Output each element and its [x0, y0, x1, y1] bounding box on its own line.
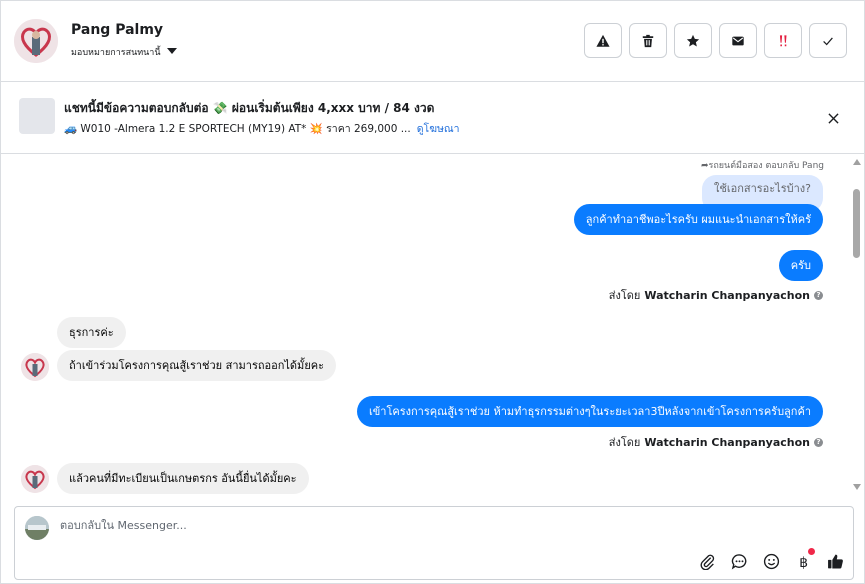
- message-bubble-outgoing[interactable]: เข้าโครงการคุณสู้เราช่วย ห้ามทำธุรกรรมต่…: [357, 396, 823, 427]
- notification-dot: [808, 548, 815, 555]
- attach-icon: [699, 554, 714, 570]
- sent-by-line: ส่งโดย Watcharin Chanpanyachon ?: [609, 286, 823, 304]
- follow-up-button[interactable]: [764, 23, 802, 58]
- thumbs-up-icon: [827, 554, 843, 569]
- sent-by-line: ส่งโดย Watcharin Chanpanyachon ?: [609, 433, 823, 451]
- ad-context-banner: แชทนี้มีข้อความตอบกลับต่อ 💸 ผ่อนเริ่มต้น…: [1, 83, 864, 154]
- reply-composer: ฿: [14, 506, 854, 580]
- mark-done-button[interactable]: [809, 23, 847, 58]
- ad-title: แชทนี้มีข้อความตอบกลับต่อ 💸 ผ่อนเริ่มต้น…: [64, 101, 435, 115]
- saved-replies-button[interactable]: [729, 551, 749, 571]
- message-bubble-incoming[interactable]: แล้วคนที่มีทะเบียนเป็นเกษตรกร อันนี้ยื่น…: [57, 463, 309, 494]
- star-button[interactable]: [674, 23, 712, 58]
- emoji-icon: [763, 553, 779, 569]
- sent-by-label: ส่งโดย: [608, 289, 641, 302]
- contact-name: Pang Palmy: [71, 22, 164, 38]
- star-icon: [686, 34, 700, 47]
- assign-conversation-dropdown[interactable]: มอบหมายการสนทนานี้: [71, 45, 177, 59]
- mark-unread-button[interactable]: [719, 23, 757, 58]
- svg-text:฿: ฿: [799, 554, 808, 569]
- assign-label: มอบหมายการสนทนานี้: [71, 48, 161, 58]
- contact-avatar-small[interactable]: [21, 353, 49, 381]
- emoji-button[interactable]: [761, 551, 781, 571]
- baht-icon: ฿: [799, 554, 808, 569]
- conversation-header: Pang Palmy มอบหมายการสนทนานี้: [1, 1, 864, 82]
- page-avatar: [25, 516, 49, 540]
- help-icon[interactable]: ?: [814, 290, 823, 300]
- header-actions: [584, 23, 847, 58]
- message-bubble-incoming[interactable]: ธุรการค่ะ: [57, 317, 126, 348]
- message-bubble-outgoing[interactable]: ลูกค้าทำอาชีพอะไรครับ ผมแนะนำเอกสารให้คร…: [573, 204, 823, 235]
- close-ad-button[interactable]: [823, 108, 843, 128]
- report-button[interactable]: [584, 23, 622, 58]
- like-button[interactable]: [825, 551, 845, 571]
- view-ad-link[interactable]: ดูโฆษณา: [417, 123, 460, 135]
- trash-icon: [642, 34, 654, 47]
- message-bubble-incoming[interactable]: ถ้าเข้าร่วมโครงการคุณสู้เราช่วย สามารถออ…: [57, 350, 337, 381]
- help-icon[interactable]: ?: [814, 437, 823, 447]
- delete-button[interactable]: [629, 23, 667, 58]
- check-icon: [823, 37, 833, 45]
- scrollbar-thumb[interactable]: [853, 189, 860, 258]
- caret-down-icon: [166, 48, 177, 54]
- conversation-panel: Pang Palmy มอบหมายการสนทนานี้ แชทนี้มีข้…: [0, 0, 865, 584]
- scroll-down-arrow-icon[interactable]: [853, 484, 861, 490]
- contact-avatar[interactable]: [14, 19, 58, 63]
- composer-toolbar: ฿: [697, 548, 845, 571]
- message-thread[interactable]: ➦รถยนต์มือสอง ตอบกลับ Pang ใช้เอกสารอะไร…: [1, 155, 864, 495]
- attach-button[interactable]: [697, 551, 717, 571]
- envelope-icon: [732, 36, 744, 45]
- warning-icon: [596, 34, 610, 47]
- ad-subtitle-row: 🚙 W010 -Almera 1.2 E SPORTECH (MY19) AT*…: [64, 120, 460, 137]
- sent-by-label: ส่งโดย: [608, 436, 641, 449]
- payment-button[interactable]: ฿: [793, 548, 815, 571]
- close-icon: [827, 112, 839, 124]
- exclamation-icon: [779, 34, 787, 46]
- message-bubble-outgoing[interactable]: ครับ: [778, 250, 823, 281]
- thread-scrollbar[interactable]: [849, 155, 864, 495]
- scroll-up-arrow-icon[interactable]: [853, 159, 861, 165]
- message-bubble-icon: [731, 553, 746, 569]
- ad-thumbnail: [19, 98, 55, 134]
- reply-context-note: ➦รถยนต์มือสอง ตอบกลับ Pang: [700, 161, 824, 171]
- contact-avatar-small[interactable]: [21, 465, 49, 493]
- ad-subtitle: 🚙 W010 -Almera 1.2 E SPORTECH (MY19) AT*…: [64, 123, 411, 135]
- message-input[interactable]: [60, 519, 660, 532]
- agent-name: Watcharin Chanpanyachon: [644, 288, 810, 302]
- agent-name: Watcharin Chanpanyachon: [644, 435, 810, 449]
